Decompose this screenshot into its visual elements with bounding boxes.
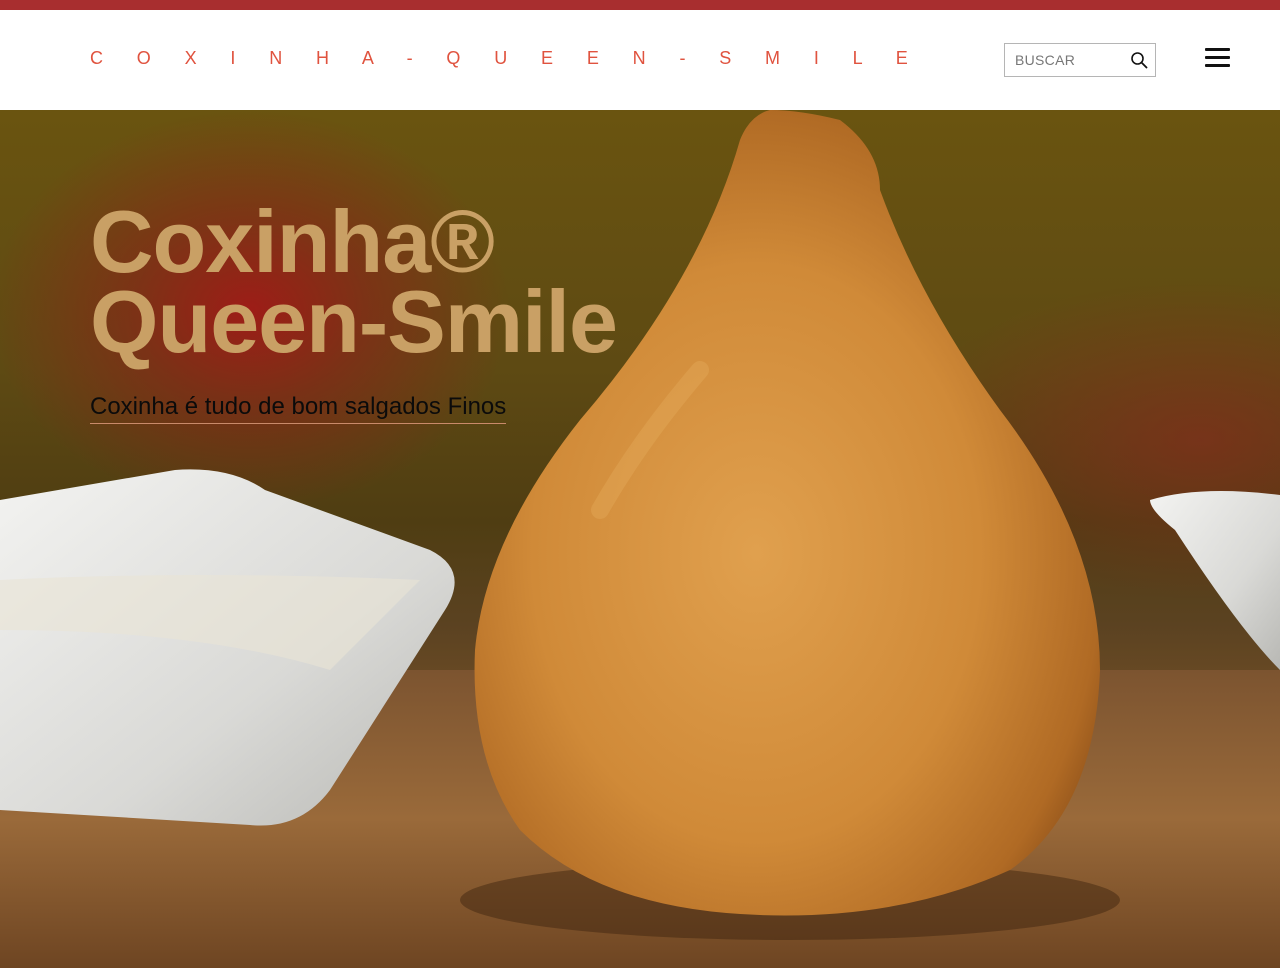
hero-title-line-1: Coxinha® (90, 192, 495, 291)
search-button[interactable] (1127, 48, 1151, 72)
site-header: C O X I N H A - Q U E E N - S M I L E (0, 10, 1280, 110)
hero-banner: Coxinha® Queen-Smile Coxinha é tudo de b… (0, 110, 1280, 968)
hamburger-menu-icon (1205, 48, 1230, 51)
top-accent-strip (0, 0, 1280, 10)
search-form (1004, 43, 1156, 77)
search-input[interactable] (1005, 44, 1125, 76)
hero-subtitle-link[interactable]: Coxinha é tudo de bom salgados Finos (90, 393, 507, 424)
hero-title-line-2: Queen-Smile (90, 272, 618, 371)
hero-title: Coxinha® Queen-Smile (90, 192, 650, 371)
hamburger-menu-button[interactable] (1205, 48, 1231, 70)
search-icon (1131, 52, 1148, 69)
site-logo-link[interactable]: C O X I N H A - Q U E E N - S M I L E (90, 48, 922, 69)
